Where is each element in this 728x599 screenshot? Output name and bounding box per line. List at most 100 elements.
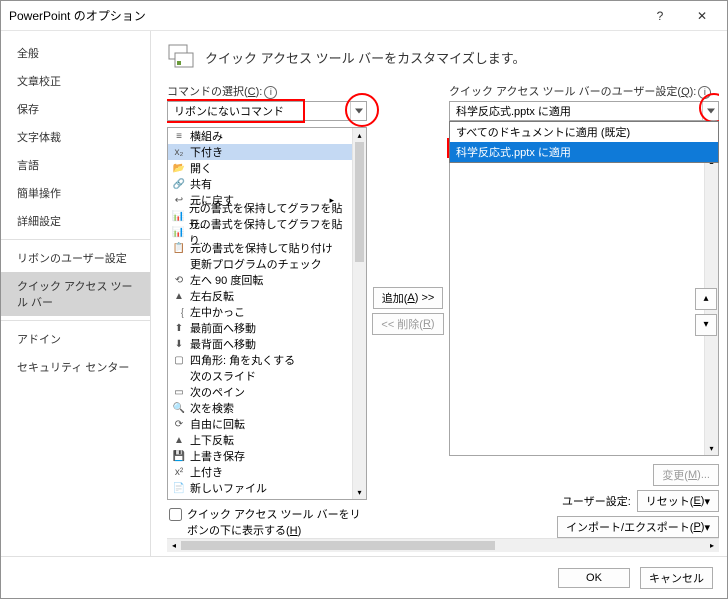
scrollbar[interactable]: ▴ ▾ <box>352 128 366 499</box>
footer: OK キャンセル <box>1 556 727 598</box>
sidebar-item[interactable]: 保存 <box>1 95 150 123</box>
command-label: 横組み <box>190 128 223 144</box>
command-icon: 🔗 <box>172 177 186 191</box>
command-label: 更新プログラムのチェック <box>190 256 322 272</box>
remove-button[interactable]: << 削除(R) <box>372 313 443 335</box>
list-item[interactable]: x²上付き <box>168 464 352 480</box>
command-label: 新しいファイル <box>190 480 267 496</box>
horizontal-scrollbar[interactable]: ◂ ▸ <box>167 538 719 552</box>
choose-commands-value: リボンにないコマンド <box>174 103 284 119</box>
command-icon: ⬆ <box>172 321 186 335</box>
command-icon: ≡ <box>172 129 186 143</box>
list-item[interactable]: 📂開く <box>168 160 352 176</box>
sidebar-item[interactable]: セキュリティ センター <box>1 353 150 381</box>
sidebar-item[interactable]: 全般 <box>1 39 150 67</box>
move-down-button[interactable]: ▾ <box>695 314 717 336</box>
command-icon: 📄 <box>172 481 186 495</box>
command-label: 左中かっこ <box>190 304 245 320</box>
command-icon: 📊 <box>172 209 185 223</box>
command-label: 次を検索 <box>190 400 234 416</box>
list-item[interactable]: 📄 新しいファイル <box>168 480 352 496</box>
sidebar-item[interactable]: 言語 <box>1 151 150 179</box>
command-label: 上下反転 <box>190 432 234 448</box>
chevron-down-icon <box>355 109 363 114</box>
command-label: 開く <box>190 160 212 176</box>
list-item[interactable]: 💾上書き保存 <box>168 448 352 464</box>
show-below-ribbon-checkbox[interactable]: クイック アクセス ツール バーをリボンの下に表示する(H) <box>167 506 367 538</box>
sidebar-separator <box>1 320 150 321</box>
list-item[interactable]: ▲上下反転 <box>168 432 352 448</box>
ok-button[interactable]: OK <box>558 568 630 588</box>
qat-icon <box>167 43 195 71</box>
list-item[interactable]: ｛ 左中かっこ <box>168 304 352 320</box>
qat-list[interactable]: ▴ ▾ <box>449 153 719 456</box>
dropdown-option[interactable]: 科学反応式.pptx に適用 <box>450 142 718 162</box>
list-item[interactable]: ≡ 横組み <box>168 128 352 144</box>
options-dialog: PowerPoint のオプション ? ✕ 全般文章校正保存文字体裁言語簡単操作… <box>0 0 728 599</box>
sidebar-item[interactable]: クイック アクセス ツール バー <box>1 272 150 316</box>
command-label: 次のスライド <box>190 368 256 384</box>
customize-qat-dropdown[interactable]: 科学反応式.pptx に適用 <box>449 101 719 121</box>
dialog-body: 全般文章校正保存文字体裁言語簡単操作詳細設定 リボンのユーザー設定クイック アク… <box>1 31 727 556</box>
list-item[interactable]: 🔗 共有 <box>168 176 352 192</box>
list-item[interactable]: ⬆ 最前面へ移動 <box>168 320 352 336</box>
sidebar-item[interactable]: アドイン <box>1 325 150 353</box>
choose-commands-dropdown[interactable]: リボンにないコマンド <box>167 101 367 121</box>
list-item[interactable]: ▭次のペイン <box>168 384 352 400</box>
list-item[interactable]: 🔍 次を検索 <box>168 400 352 416</box>
command-icon: ｛ <box>172 305 186 319</box>
sidebar-item[interactable]: 簡単操作 <box>1 179 150 207</box>
list-item[interactable]: 📊元の書式を保持してグラフを貼り... <box>168 224 352 240</box>
cancel-button[interactable]: キャンセル <box>640 567 713 589</box>
list-item[interactable]: ▲左右反転 <box>168 288 352 304</box>
list-item[interactable]: 📋 元の書式を保持して貼り付け <box>168 240 352 256</box>
chevron-down-icon <box>707 109 715 114</box>
dropdown-option[interactable]: すべてのドキュメントに適用 (既定) <box>450 122 718 142</box>
commands-list[interactable]: ≡横組みx₂下付き📂開く🔗共有↩元に戻す▸📊元の書式を保持してグラフを貼り...… <box>167 127 367 500</box>
command-label: 上付き <box>190 464 223 480</box>
list-item[interactable]: 更新プログラムのチェック <box>168 256 352 272</box>
command-icon: ↩ <box>172 193 186 207</box>
modify-button[interactable]: 変更(M)... <box>653 464 719 486</box>
list-item[interactable]: ⬇最背面へ移動 <box>168 336 352 352</box>
command-label: 下付き <box>190 144 223 160</box>
command-label: 最前面へ移動 <box>190 320 256 336</box>
sidebar-item[interactable]: 文章校正 <box>1 67 150 95</box>
titlebar: PowerPoint のオプション ? ✕ <box>1 1 727 31</box>
heading: クイック アクセス ツール バーをカスタマイズします。 <box>167 43 719 71</box>
command-label: 四角形: 角を丸くする <box>190 352 295 368</box>
command-label: 元の書式を保持して貼り付け <box>190 240 333 256</box>
info-icon[interactable]: i <box>264 86 277 99</box>
add-button[interactable]: 追加(A) >> <box>373 287 444 309</box>
reset-button[interactable]: リセット(E) ▾ <box>637 490 719 512</box>
command-label: 共有 <box>190 176 212 192</box>
sidebar-item[interactable]: 文字体裁 <box>1 123 150 151</box>
list-item[interactable]: ⟳ 自由に回転 <box>168 416 352 432</box>
sidebar-item[interactable]: リボンのユーザー設定 <box>1 244 150 272</box>
import-export-button[interactable]: インポート/エクスポート(P) ▾ <box>557 516 719 538</box>
command-icon: 📋 <box>172 241 186 255</box>
list-item[interactable]: x₂ 下付き <box>168 144 352 160</box>
command-label: 上書き保存 <box>190 448 245 464</box>
command-icon: x₂ <box>172 145 186 159</box>
info-icon[interactable]: i <box>698 86 711 99</box>
command-icon: 📊 <box>172 225 185 239</box>
list-item[interactable]: 次のスライド <box>168 368 352 384</box>
left-column: コマンドの選択(C):i リボンにないコマンド ≡横組みx₂下付き📂開く🔗共有↩… <box>167 83 367 538</box>
checkbox-input[interactable] <box>169 508 182 521</box>
command-icon: 🔍 <box>172 401 186 415</box>
help-button[interactable]: ? <box>639 1 681 30</box>
dropdown-menu[interactable]: すべてのドキュメントに適用 (既定)科学反応式.pptx に適用 <box>449 121 719 163</box>
list-item[interactable]: ⟲左へ 90 度回転 <box>168 272 352 288</box>
command-icon: ⟳ <box>172 417 186 431</box>
command-label: 自由に回転 <box>190 416 245 432</box>
heading-text: クイック アクセス ツール バーをカスタマイズします。 <box>205 48 526 67</box>
command-icon <box>172 369 186 383</box>
move-up-button[interactable]: ▴ <box>695 288 717 310</box>
list-item[interactable]: ▢四角形: 角を丸くする <box>168 352 352 368</box>
sidebar-item[interactable]: 詳細設定 <box>1 207 150 235</box>
sidebar-separator <box>1 239 150 240</box>
scrollbar-thumb[interactable] <box>355 142 364 262</box>
close-button[interactable]: ✕ <box>681 1 723 30</box>
command-icon: ⟲ <box>172 273 186 287</box>
